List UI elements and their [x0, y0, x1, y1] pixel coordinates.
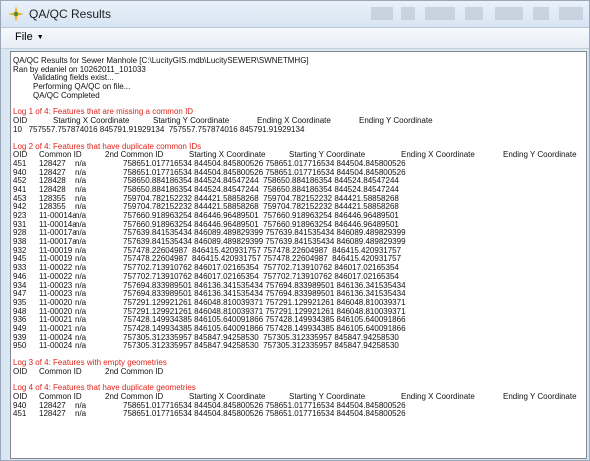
file-menu[interactable]: File ▼	[15, 31, 44, 43]
common-id-cell: 128427	[39, 409, 66, 419]
log1-row: 10 757557.757874016 845791.91929134 7575…	[13, 124, 305, 134]
column-header: Ending Y Coordinate	[503, 392, 577, 402]
log3-title: Log 3 of 4: Features with empty geometri…	[13, 358, 167, 367]
common-id-cell: 11-00024	[39, 341, 73, 351]
column-header: Ending X Coordinate	[401, 392, 475, 402]
log4-rows: 940 128427 n/a 758651.017716534 844504.8458…	[13, 401, 583, 419]
menu-bar: File ▼	[1, 28, 589, 49]
results-log: QA/QC Results for Sewer Manhole [C:\Luci…	[13, 56, 583, 419]
column-header: 2nd Common ID	[105, 366, 164, 376]
results-textbox[interactable]: QA/QC Results for Sewer Manhole [C:\Luci…	[10, 51, 587, 459]
title-bar-controls	[361, 1, 589, 27]
oid-cell: 451	[13, 409, 27, 419]
title-bar[interactable]: QA/QC Results	[1, 1, 589, 28]
log3-header-row: OID Common ID 2nd Common ID	[13, 366, 583, 377]
table-row: 451 128427 n/a 758651.017716534 844504.8458…	[13, 410, 583, 419]
log2-rows: 451 128427 n/a 758651.017716534 844504.8458…	[13, 159, 583, 351]
file-menu-label: File	[15, 31, 33, 43]
coordinates-cell: 758651.017716534 844504.845800526 758651…	[123, 409, 406, 419]
app-icon	[8, 6, 24, 22]
column-header: Ending Y Coordinate	[359, 116, 433, 126]
second-common-id-cell: n/a	[75, 409, 87, 419]
coordinates-cell: 757305.312335957 845847.94258530 757305.…	[123, 341, 399, 351]
column-header: Common ID	[39, 366, 82, 376]
column-header: Ending X Coordinate	[401, 150, 475, 160]
oid-cell: 950	[13, 341, 27, 351]
step-line: QA/QC Completed	[33, 90, 100, 100]
column-header: OID	[13, 366, 28, 376]
table-row: 950 11-00024 n/a 757305.312335957 845847.94…	[13, 342, 583, 351]
window-title: QA/QC Results	[29, 7, 112, 21]
chevron-down-icon: ▼	[36, 34, 44, 41]
qaqc-results-window: QA/QC Results File ▼ QA/QC Results for Se…	[0, 0, 590, 461]
column-header: Ending Y Coordinate	[503, 150, 577, 160]
second-common-id-cell: n/a	[75, 341, 87, 351]
